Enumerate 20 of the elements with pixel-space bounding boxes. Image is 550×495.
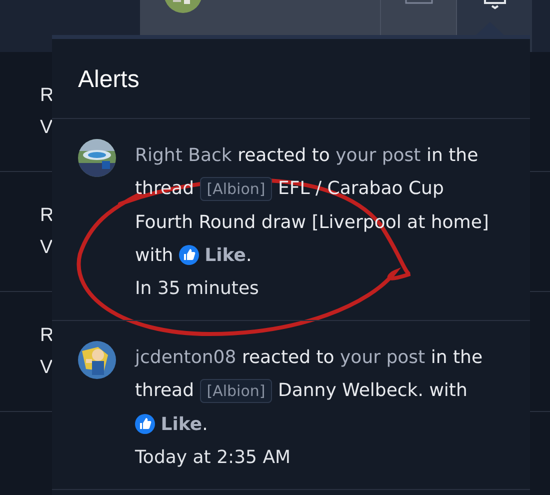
thread-prefix: [Albion] xyxy=(200,177,272,201)
row-subtitle: V xyxy=(40,236,53,258)
thread-prefix: [Albion] xyxy=(200,379,272,403)
row-title: R xyxy=(40,84,54,106)
row-subtitle: V xyxy=(40,116,53,138)
alert-time: Today at 2:35 AM xyxy=(135,446,292,470)
alert-text: jcdenton08 reacted to your post in the thread [Albion] Danny Welbeck. with Like. xyxy=(135,346,484,437)
row-title: R xyxy=(40,324,54,346)
reaction-label[interactable]: Like xyxy=(204,245,246,266)
post-link[interactable]: your post xyxy=(340,347,426,368)
alert-time: In 35 minutes xyxy=(135,277,260,301)
user-link[interactable]: Right Back xyxy=(135,145,232,166)
user-link[interactable]: jcdenton08 xyxy=(135,347,236,368)
post-link[interactable]: your post xyxy=(336,145,421,166)
row-title: R xyxy=(40,204,54,226)
reaction-label[interactable]: Like xyxy=(160,414,202,435)
thumbs-up-icon xyxy=(178,245,199,265)
row-subtitle: V xyxy=(40,356,53,378)
popup-title: Alerts xyxy=(52,39,530,119)
thumbs-up-icon xyxy=(135,414,155,434)
